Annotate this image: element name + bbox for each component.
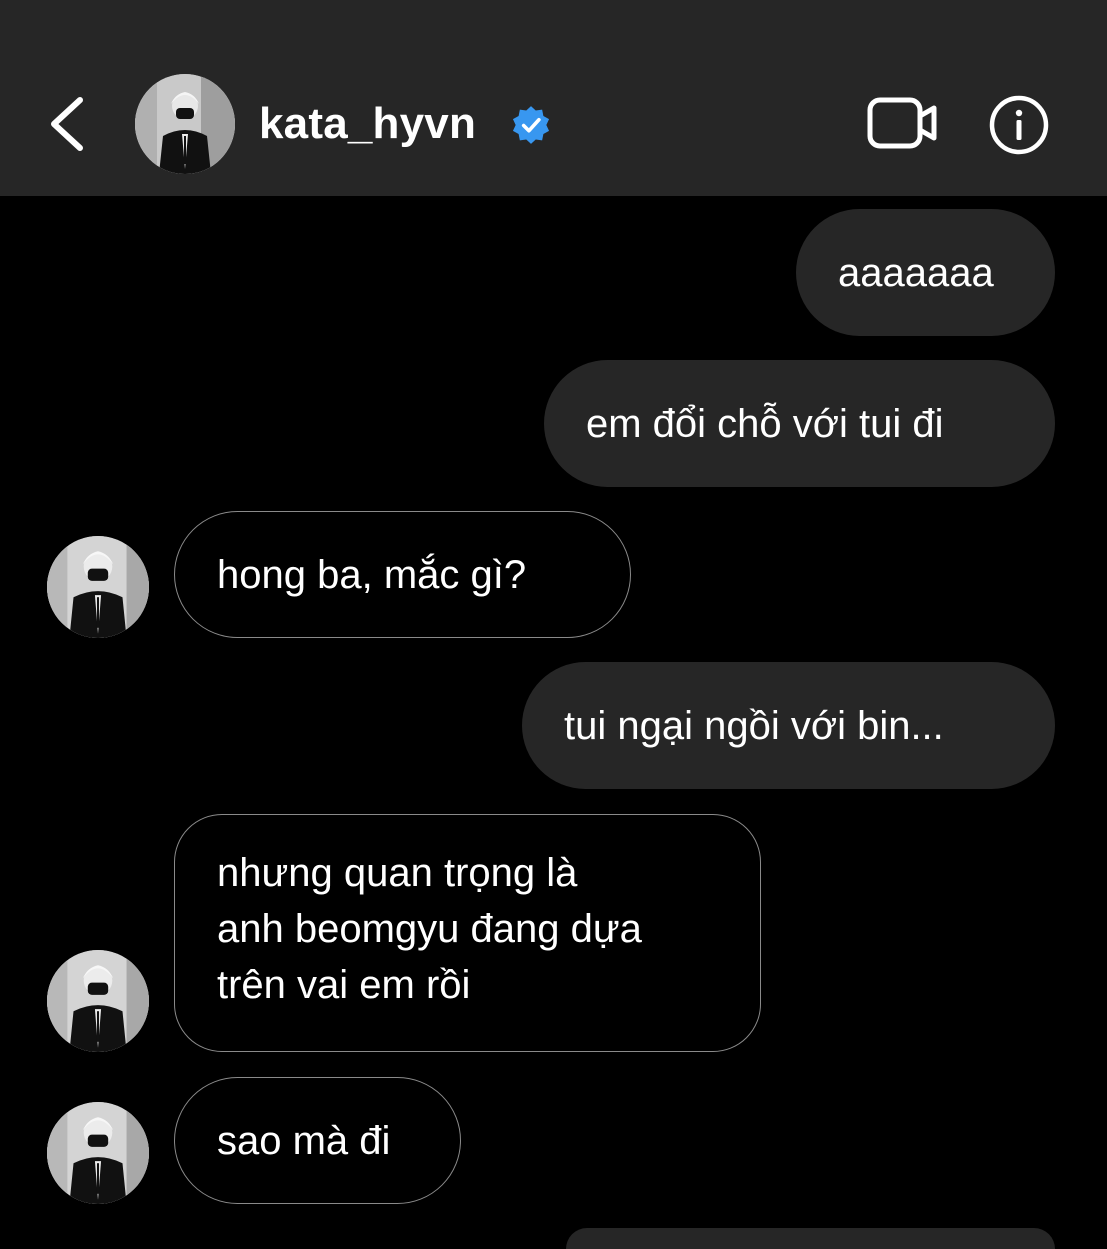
verified-badge-icon <box>512 106 550 144</box>
message-text: nhưng quan trọng là anh beomgyu đang dựa… <box>217 845 642 1013</box>
message-line: nhưng quan trọng là <box>217 851 578 895</box>
video-call-button[interactable] <box>866 96 938 152</box>
info-icon <box>989 95 1049 155</box>
message-bubble-received[interactable]: sao mà đi <box>174 1077 461 1204</box>
message-line: trên vai em rồi <box>217 963 471 1007</box>
avatar-photo-icon <box>135 74 235 174</box>
message-text: hong ba, mắc gì? <box>217 552 527 597</box>
video-call-icon <box>867 97 937 149</box>
avatar-photo-icon <box>47 950 149 1052</box>
message-text: em đổi chỗ với tui đi <box>586 401 944 446</box>
sender-avatar[interactable] <box>47 536 149 638</box>
message-bubble-sent-partial[interactable] <box>566 1228 1055 1249</box>
chat-header: kata_hyvn <box>0 0 1107 196</box>
message-line: anh beomgyu đang dựa <box>217 907 642 951</box>
header-avatar[interactable] <box>135 74 235 174</box>
message-bubble-sent[interactable]: aaaaaaa <box>796 209 1055 336</box>
message-text: tui ngại ngồi với bin... <box>564 703 944 748</box>
message-bubble-sent[interactable]: tui ngại ngồi với bin... <box>522 662 1055 789</box>
sender-avatar[interactable] <box>47 950 149 1052</box>
message-text: aaaaaaa <box>838 250 994 295</box>
sender-avatar[interactable] <box>47 1102 149 1204</box>
message-bubble-received[interactable]: hong ba, mắc gì? <box>174 511 631 638</box>
back-chevron-icon <box>51 97 83 151</box>
chat-username[interactable]: kata_hyvn <box>259 92 476 156</box>
info-button[interactable] <box>988 94 1050 156</box>
message-bubble-received[interactable]: nhưng quan trọng là anh beomgyu đang dựa… <box>174 814 761 1052</box>
avatar-photo-icon <box>47 536 149 638</box>
message-bubble-sent[interactable]: em đổi chỗ với tui đi <box>544 360 1055 487</box>
back-button[interactable] <box>40 88 96 160</box>
avatar-photo-icon <box>47 1102 149 1204</box>
message-text: sao mà đi <box>217 1118 391 1163</box>
